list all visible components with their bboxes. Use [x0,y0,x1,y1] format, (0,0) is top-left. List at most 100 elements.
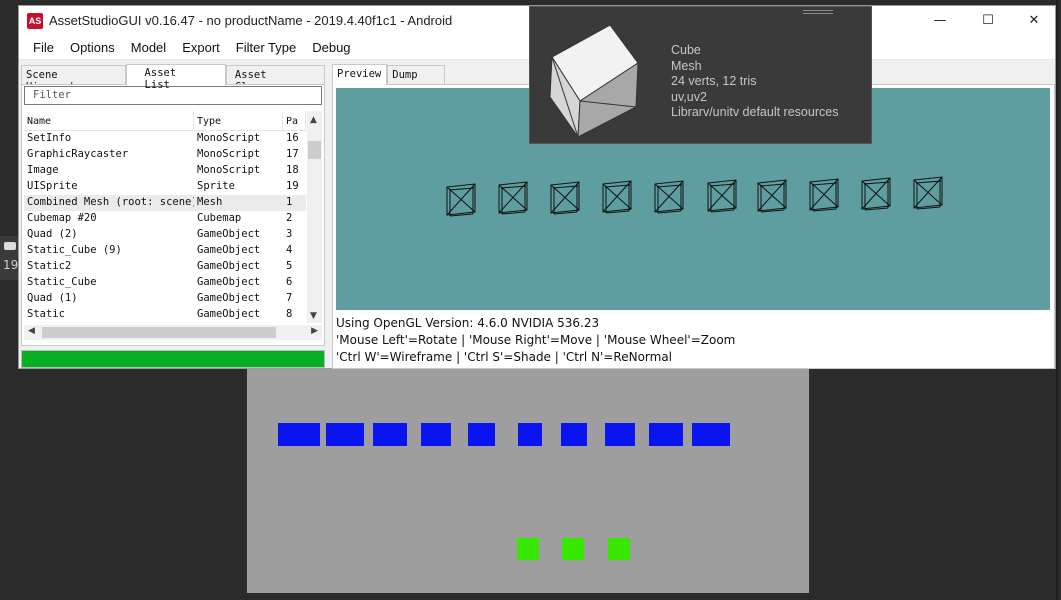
vertical-scrollbar[interactable]: ▲ ▼ [307,111,322,323]
row-type: GameObject [197,292,261,304]
row-type: GameObject [197,228,261,240]
background-number: 19 [3,258,19,272]
table-row[interactable]: GraphicRaycaster MonoScript 17 [24,147,306,163]
menu-export[interactable]: Export [174,36,228,59]
table-row[interactable]: Static_Cube (9) GameObject 4 [24,243,306,259]
tab-asset-list[interactable]: Asset List [125,64,226,91]
row-name: SetInfo [27,132,72,144]
window-title: AssetStudioGUI v0.16.47 - no productName… [49,13,453,28]
opengl-version-text: Using OpenGL Version: 4.6.0 NVIDIA 536.2… [336,316,600,330]
wireframe-cube [757,179,787,213]
table-row[interactable]: Image MonoScript 18 [24,163,306,179]
menu-file[interactable]: File [25,36,62,59]
wireframe-cube [809,178,839,212]
scroll-thumb[interactable] [308,141,321,159]
background-left-strip: 19 [0,236,18,280]
tooltip-asset-name: Cube [671,43,701,57]
row-path-id: 4 [286,244,293,256]
row-path-id: 7 [286,292,293,304]
row-type: GameObject [197,308,261,320]
blue-cube-shape [605,423,635,446]
wireframe-cube [602,180,632,214]
table-row[interactable]: Quad (1) GameObject 7 [24,291,306,307]
progress-bar [21,350,325,368]
row-type: MonoScript [197,164,261,176]
row-path-id: 18 [286,164,299,176]
row-name: Image [27,164,59,176]
row-name: Static_Cube [27,276,97,288]
tooltip-grip-icon[interactable] [803,10,833,14]
filter-input[interactable]: Filter [24,86,322,105]
menu-options[interactable]: Options [62,36,123,59]
tooltip-asset-type: Mesh [671,58,702,73]
row-type: Mesh [197,196,223,208]
row-path-id: 16 [286,132,299,144]
row-path-id: 2 [286,212,293,224]
row-path-id: 19 [286,180,299,192]
row-name: Combined Mesh (root: scene) [27,196,194,208]
tooltip-stats: 24 verts, 12 tris [671,74,757,88]
blue-cube-shape [518,423,542,446]
table-row[interactable]: UISprite Sprite 19 [24,179,306,195]
minimize-button[interactable]: — [917,6,963,36]
hscroll-thumb[interactable] [42,327,276,338]
asset-list-body: Filter Name Type Pa SetInfo MonoScript 16 G… [21,84,325,346]
wireframe-cube [498,181,528,215]
row-name: Static_Cube (9) [27,244,122,256]
row-path-id: 6 [286,276,293,288]
row-type: GameObject [197,260,261,272]
wireframe-cube [707,179,737,213]
tab-dump[interactable]: Dump [387,65,445,84]
tab-scene-hierarchy[interactable]: Scene Hierarchy [21,65,126,93]
row-type: GameObject [197,276,261,288]
blue-cube-shape [649,423,683,446]
blue-cube-shape [326,423,364,446]
row-path-id: 5 [286,260,293,272]
wireframe-cube [913,176,943,210]
wireframe-cube [550,181,580,215]
row-name: Quad (1) [27,292,78,304]
row-path-id: 17 [286,148,299,160]
table-row[interactable]: Static2 GameObject 5 [24,259,306,275]
mouse-controls-text: 'Mouse Left'=Rotate | 'Mouse Right'=Move… [336,333,736,347]
column-name[interactable]: Name [24,111,194,130]
row-path-id: 3 [286,228,293,240]
green-cube-shape [562,538,584,560]
menu-model[interactable]: Model [123,36,174,59]
table-row[interactable]: Static GameObject 8 [24,307,306,323]
scroll-right-icon[interactable]: ▶ [311,326,318,336]
table-row[interactable]: Combined Mesh (root: scene) Mesh 1 [24,195,306,211]
tooltip-uv: uv,uv2 [671,89,707,104]
row-type: Sprite [197,180,235,192]
scroll-up-icon[interactable]: ▲ [310,115,317,125]
gamepad-icon [4,242,16,250]
table-row[interactable]: Static_Cube GameObject 6 [24,275,306,291]
tooltip-text: Cube Mesh 24 verts, 12 tris uv,uv2 Libra… [671,43,838,121]
preview-info: Using OpenGL Version: 4.6.0 NVIDIA 536.2… [336,315,735,366]
asset-panel: Scene Hierarchy Asset List Asset Classes… [21,64,325,368]
row-name: Static [27,308,65,320]
table-row[interactable]: Quad (2) GameObject 3 [24,227,306,243]
close-button[interactable]: ✕ [1011,6,1057,36]
column-path-id[interactable]: Pa [283,111,306,130]
blue-cube-shape [421,423,451,446]
row-name: Cubemap #20 [27,212,97,224]
asset-list: Name Type Pa SetInfo MonoScript 16 GraphicR… [24,111,306,323]
row-type: MonoScript [197,148,261,160]
menu-filter-type[interactable]: Filter Type [228,36,304,59]
tooltip-source: Librarv/unitv default resources [671,105,839,119]
table-row[interactable]: Cubemap #20 Cubemap 2 [24,211,306,227]
scroll-left-icon[interactable]: ◀ [28,326,35,336]
maximize-button[interactable]: ☐ [965,6,1011,36]
scroll-down-icon[interactable]: ▼ [310,311,317,321]
wireframe-cube [654,180,684,214]
tab-asset-classes[interactable]: Asset Classes [225,65,325,93]
horizontal-scrollbar[interactable]: ◀ ▶ [24,325,322,340]
table-row[interactable]: SetInfo MonoScript 16 [24,131,306,147]
blue-cube-shape [468,423,495,446]
row-type: Cubemap [197,212,242,224]
tab-preview[interactable]: Preview [332,64,388,85]
row-path-id: 1 [286,196,293,208]
column-type[interactable]: Type [194,111,283,130]
menu-debug[interactable]: Debug [304,36,358,59]
